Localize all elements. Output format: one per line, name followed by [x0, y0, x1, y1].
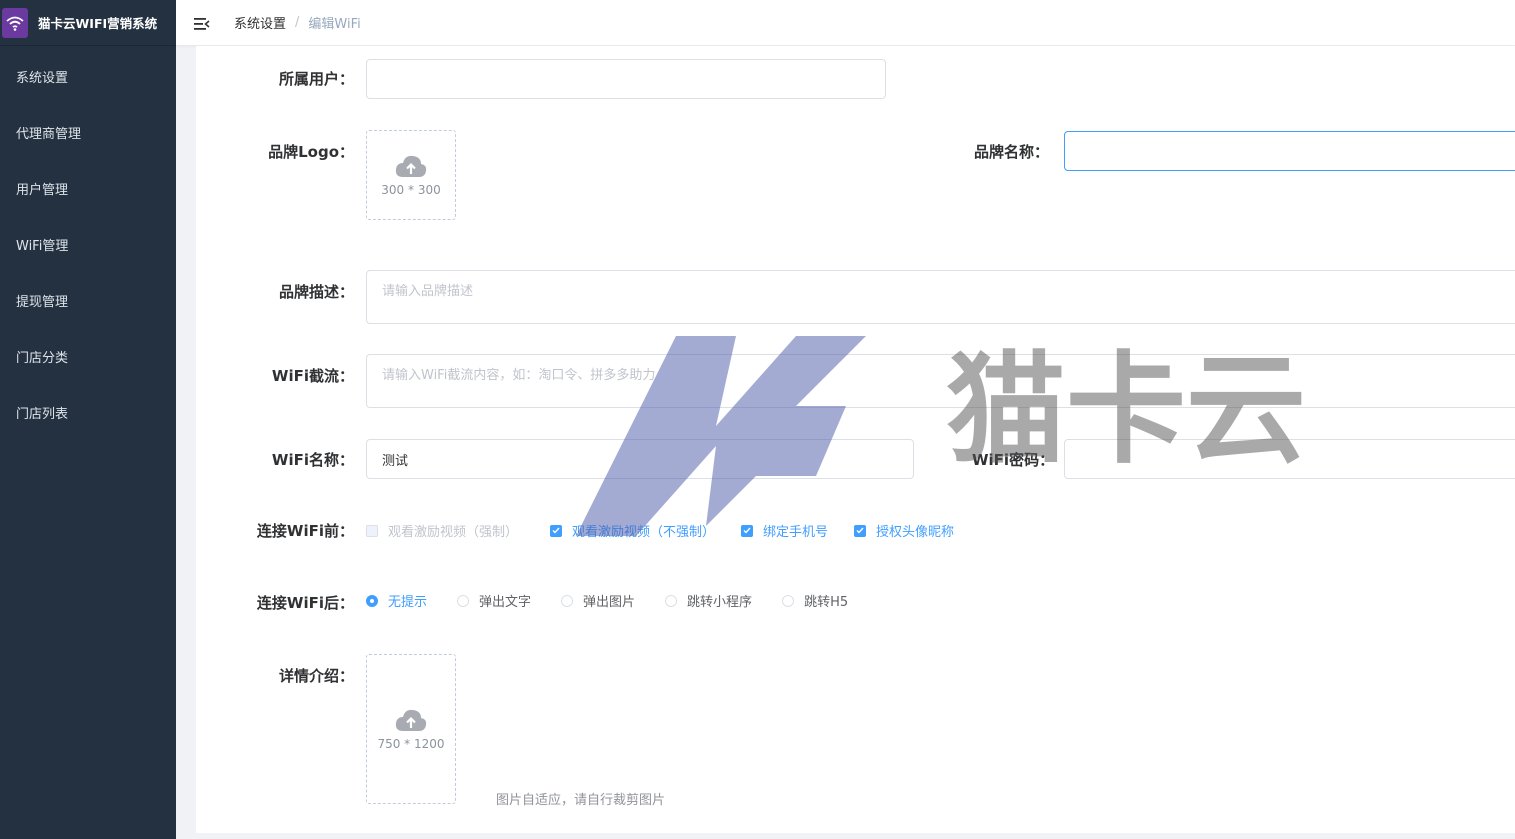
breadcrumb-item-edit-wifi: 编辑WiFi [308, 17, 361, 32]
radio-circle [665, 594, 678, 607]
breadcrumb-item-system-settings[interactable]: 系统设置 [234, 13, 286, 32]
check-icon [550, 524, 563, 537]
wifi-intercept-textarea[interactable]: 请输入WiFi截流内容，如：淘口令、拼多多助力 [366, 354, 1515, 408]
wifi-icon [2, 7, 28, 38]
checkbox-label: 观看激励视频（强制） [388, 525, 519, 540]
radio-popup-text[interactable]: 弹出文字 [457, 591, 531, 610]
radio-jump-miniprogram[interactable]: 跳转小程序 [665, 591, 752, 610]
wifi-password-input[interactable] [1064, 439, 1515, 479]
detail-tip: 图片自适应，请自行裁剪图片 [496, 793, 666, 808]
radio-jump-h5[interactable]: 跳转H5 [782, 591, 848, 610]
checkbox-label: 观看激励视频（不强制） [572, 525, 716, 540]
edit-wifi-form: 所属用户： 品牌Logo： 300 * 300 品牌名称： 品牌描述： 请输入品… [196, 46, 1515, 833]
brand-logo-uploader[interactable]: 300 * 300 [366, 130, 456, 220]
checkbox-box [366, 524, 378, 537]
checkbox-optional-video[interactable]: 观看激励视频（不强制） [550, 521, 715, 540]
wifi-name-input[interactable]: 测试 [366, 439, 914, 479]
wifi-intercept-label: WiFi截流： [271, 367, 354, 385]
checkbox-label: 授权头像昵称 [876, 525, 955, 540]
check-icon [854, 524, 867, 537]
brand-name-input[interactable] [1064, 131, 1515, 171]
brand-logo-label: 品牌Logo： [268, 143, 354, 161]
brand-logo-size-hint: 300 * 300 [381, 183, 441, 197]
before-connect-checkbox-group: 观看激励视频（强制） 观看激励视频（不强制） 绑定手机号 授权头像昵称 [366, 521, 980, 540]
radio-label: 无提示 [388, 595, 428, 610]
checkbox-forced-video[interactable]: 观看激励视频（强制） [366, 521, 518, 540]
brand-desc-placeholder: 请输入品牌描述 [382, 284, 474, 299]
wifi-password-label: WiFi密码： [972, 451, 1055, 469]
top-header: 系统设置 / 编辑WiFi [176, 0, 1515, 45]
detail-label: 详情介绍： [278, 667, 354, 685]
radio-no-prompt[interactable]: 无提示 [366, 591, 427, 610]
wifi-name-value: 测试 [382, 453, 409, 469]
radio-label: 跳转H5 [804, 595, 849, 610]
wifi-intercept-placeholder: 请输入WiFi截流内容，如：淘口令、拼多多助力 [382, 368, 656, 383]
sidebar-item-store-list[interactable]: 门店列表 [0, 384, 176, 440]
sidebar-item-agent-management[interactable]: 代理商管理 [0, 104, 176, 160]
wifi-name-label: WiFi名称： [271, 451, 354, 469]
owner-user-input[interactable] [366, 59, 886, 99]
menu-fold-icon[interactable] [194, 16, 210, 30]
checkbox-bind-phone[interactable]: 绑定手机号 [741, 521, 828, 540]
after-connect-label: 连接WiFi后： [256, 594, 354, 612]
checkbox-authorize-avatar[interactable]: 授权头像昵称 [854, 521, 954, 540]
before-connect-label: 连接WiFi前： [256, 522, 354, 540]
breadcrumb-separator: / [295, 15, 300, 30]
radio-label: 弹出文字 [479, 595, 532, 610]
detail-size-hint: 750 * 1200 [377, 737, 445, 751]
detail-image-uploader[interactable]: 750 * 1200 [366, 654, 456, 804]
check-icon [741, 524, 754, 537]
sidebar-item-wifi-management[interactable]: WiFi管理 [0, 216, 176, 272]
radio-circle [457, 594, 470, 607]
sidebar-menu: 系统设置 代理商管理 用户管理 WiFi管理 提现管理 门店分类 门店列表 [0, 48, 176, 440]
radio-circle [561, 594, 574, 607]
radio-label: 跳转小程序 [687, 595, 753, 610]
brand-name-label: 品牌名称： [974, 143, 1050, 161]
after-connect-radio-group: 无提示 弹出文字 弹出图片 跳转小程序 跳转H5 [366, 591, 878, 610]
sidebar-item-store-category[interactable]: 门店分类 [0, 328, 176, 384]
radio-label: 弹出图片 [583, 595, 636, 610]
owner-user-label: 所属用户： [278, 70, 354, 88]
sidebar-item-withdrawal-management[interactable]: 提现管理 [0, 272, 176, 328]
brand-header: 猫卡云WIFI营销系统 [0, 0, 176, 46]
radio-circle [366, 594, 378, 607]
radio-popup-image[interactable]: 弹出图片 [561, 591, 635, 610]
sidebar: 猫卡云WIFI营销系统 系统设置 代理商管理 用户管理 WiFi管理 提现管理 … [0, 0, 176, 839]
cloud-upload-icon [395, 155, 427, 177]
breadcrumb: 系统设置 / 编辑WiFi [234, 13, 361, 32]
app-title: 猫卡云WIFI营销系统 [38, 16, 158, 31]
brand-desc-textarea[interactable]: 请输入品牌描述 [366, 270, 1515, 324]
checkbox-label: 绑定手机号 [763, 525, 829, 540]
sidebar-item-system-settings[interactable]: 系统设置 [0, 48, 176, 104]
cloud-upload-icon [395, 709, 427, 731]
brand-desc-label: 品牌描述： [278, 283, 354, 301]
sidebar-item-user-management[interactable]: 用户管理 [0, 160, 176, 216]
radio-circle [782, 594, 795, 607]
